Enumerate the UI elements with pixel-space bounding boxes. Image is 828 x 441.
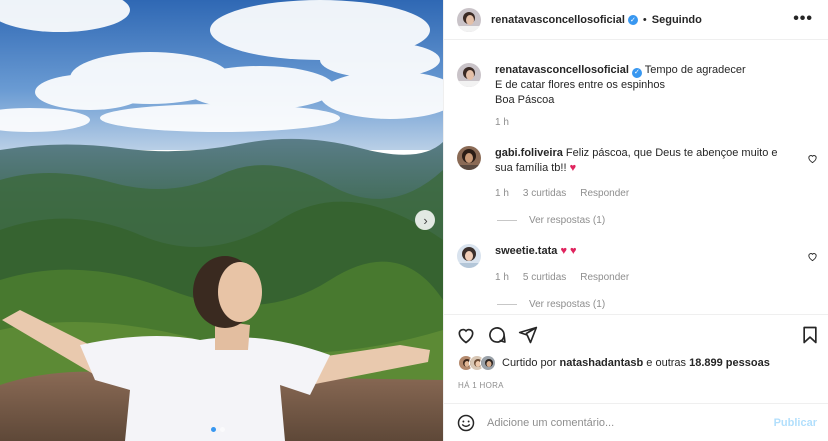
liker-avatars [458,355,496,371]
reply-button[interactable]: Responder [580,272,629,283]
caption-timestamp: 1 h [495,117,509,128]
caption-line-1: Tempo de agradecer [644,64,746,76]
comment-username[interactable]: gabi.foliveira [495,147,563,159]
publish-button[interactable]: Publicar [774,417,817,429]
view-replies[interactable]: Ver respostas (1) [497,215,605,226]
likes-suffix: e outras [646,357,687,369]
likes-text: Curtido por natashadantasb e outras 18.8… [502,357,770,369]
chevron-right-icon: › [423,212,428,228]
heart-emoji: ♥ ♥ [560,245,577,257]
bookmark-icon[interactable] [800,325,820,345]
comment-username[interactable]: sweetie.tata [495,245,557,257]
share-icon[interactable] [518,325,538,345]
caption-line-3: Boa Páscoa [495,94,555,106]
post-time-ago: HÁ 1 HORA [458,381,504,390]
landscape-photo [0,0,443,441]
commenter-avatar[interactable] [457,146,481,170]
likes-prefix: Curtido por [502,357,557,369]
likes-summary: Curtido por natashadantasb e outras 18.8… [458,355,770,371]
carousel-dots [211,427,225,432]
view-replies-label: Ver respostas (1) [529,299,606,310]
emoji-icon[interactable] [457,414,475,432]
caption-text: renatavasconcellosoficial ✓ Tempo de agra… [495,63,746,108]
next-image-button[interactable]: › [415,210,435,230]
heart-emoji: ♥ [569,162,577,174]
comment-actions: 1 h 3 curtidas Responder [495,188,629,199]
add-comment-bar: Publicar [444,403,828,441]
liker-avatar[interactable] [480,355,496,371]
author-avatar[interactable] [457,7,481,32]
post-action-bar [444,314,828,354]
comment-time: 1 h [495,188,509,199]
comment-time: 1 h [495,272,509,283]
comment-item: sweetie.tata ♥ ♥ 1 h 5 curtidas Responde… [457,244,822,312]
carousel-dot [220,427,225,432]
comment-actions: 1 h 5 curtidas Responder [495,272,629,283]
view-replies[interactable]: Ver respostas (1) [497,299,605,310]
comment-body: gabi.foliveira Feliz páscoa, que Deus te… [495,146,795,176]
heart-icon[interactable] [456,325,476,345]
verified-badge-icon: ✓ [631,67,642,78]
post-caption: renatavasconcellosoficial ✓ Tempo de agra… [457,63,817,108]
commenter-avatar[interactable] [457,244,481,268]
author-username[interactable]: renatavasconcellosoficial [491,14,625,26]
likes-count[interactable]: 18.899 pessoas [689,357,770,369]
header-separator: • [642,13,647,26]
comment-item: gabi.foliveira Feliz páscoa, que Deus te… [457,146,822,230]
post-details-panel: renatavasconcellosoficial ✓ • Seguindo •… [443,0,828,441]
heart-icon[interactable] [807,153,818,164]
caption-avatar[interactable] [457,63,481,87]
carousel-dot-active [211,427,216,432]
comment-body: sweetie.tata ♥ ♥ [495,244,795,259]
post-photo[interactable]: › [0,0,443,441]
caption-line-2: E de catar flores entre os espinhos [495,79,665,91]
comment-likes[interactable]: 5 curtidas [523,272,566,283]
liker-username[interactable]: natashadantasb [559,357,643,369]
heart-icon[interactable] [807,251,818,262]
comment-icon[interactable] [487,325,507,345]
post-header: renatavasconcellosoficial ✓ • Seguindo •… [444,0,828,40]
verified-badge-icon: ✓ [627,14,638,25]
replies-divider [497,304,517,305]
comment-likes[interactable]: 3 curtidas [523,188,566,199]
comment-input[interactable] [487,416,747,429]
reply-button[interactable]: Responder [580,188,629,199]
caption-username[interactable]: renatavasconcellosoficial [495,64,629,76]
following-button[interactable]: Seguindo [652,14,702,26]
more-icon[interactable]: ••• [793,10,813,28]
replies-divider [497,220,517,221]
view-replies-label: Ver respostas (1) [529,215,606,226]
